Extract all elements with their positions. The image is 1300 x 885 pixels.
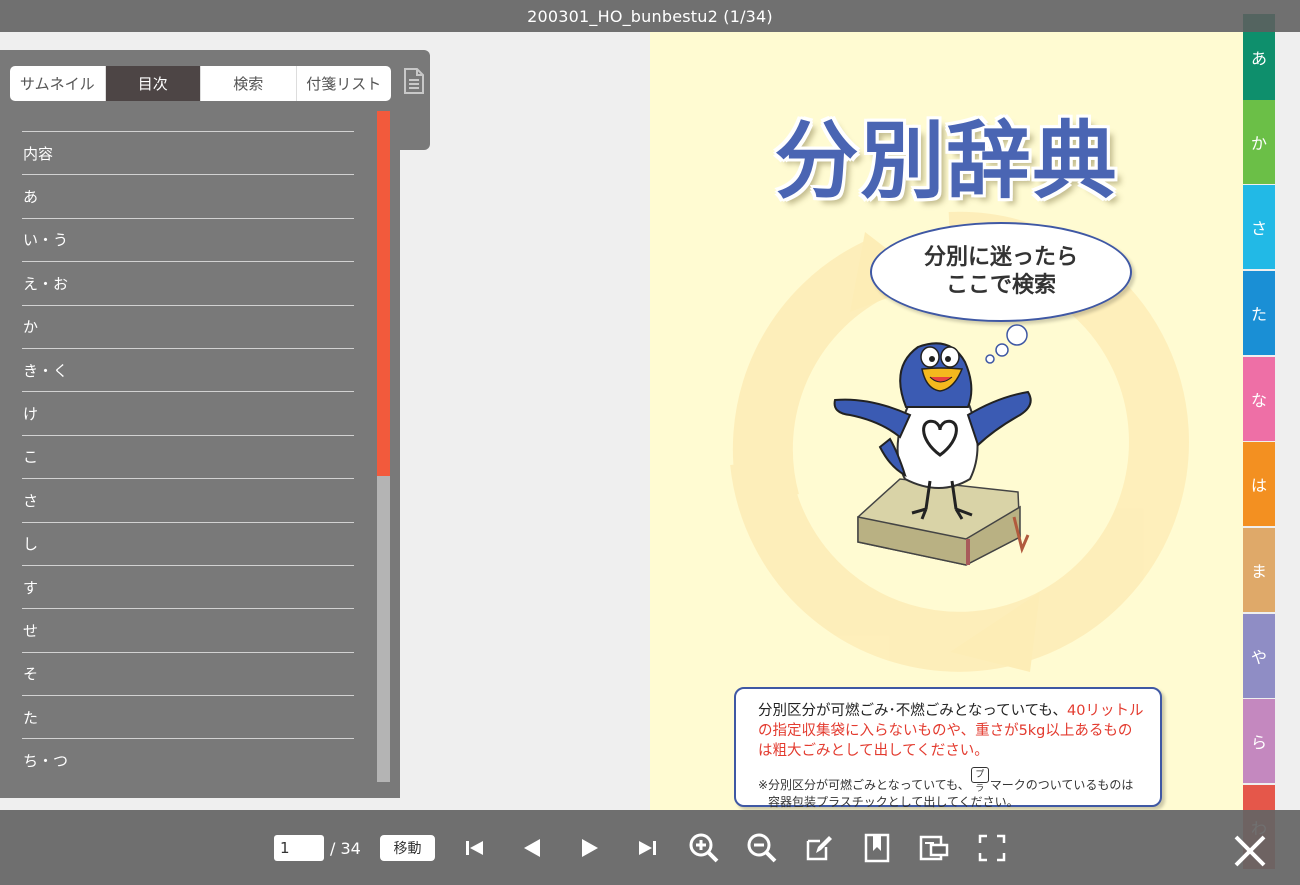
mascot-bird-on-book-illustration <box>833 324 1032 566</box>
toc-item[interactable]: え・お <box>22 261 354 304</box>
notice-small-1: ※分別区分が可燃ごみとなっていても、 <box>758 778 970 792</box>
fullscreen-icon[interactable] <box>975 832 1009 864</box>
toc-item[interactable]: い・う <box>22 217 354 261</box>
index-tab-label: さ <box>1250 219 1267 238</box>
last-page-icon[interactable] <box>630 832 664 864</box>
toc-item[interactable]: し <box>22 521 354 565</box>
plastic-mark-icon: プラ <box>970 767 989 794</box>
first-page-icon[interactable] <box>458 832 492 864</box>
toc-tab-bar: サムネイル 目次 検索 付箋リスト <box>10 66 391 101</box>
index-tab-na[interactable]: な <box>1243 357 1275 441</box>
tab-search[interactable]: 検索 <box>201 66 297 101</box>
index-tab-ha[interactable]: は <box>1243 442 1275 526</box>
index-tab-sa[interactable]: さ <box>1243 185 1275 269</box>
tab-thumbnail[interactable]: サムネイル <box>10 66 106 101</box>
page-view: 分別辞典 分別に迷ったら ここで検索 分別区分が可燃ごみ･不燃ごみとなっていても… <box>650 32 1243 810</box>
notice-red-3: は粗大ごみとして出してください。 <box>758 743 989 759</box>
notice-small-text: ※分別区分が可燃ごみとなっていても、プラ マークのついているものは 容器包装プラス… <box>758 767 1144 810</box>
tab-contents[interactable]: 目次 <box>105 66 201 101</box>
toc-item[interactable]: ち・つ <box>22 738 354 781</box>
tab-sticky-notes[interactable]: 付箋リスト <box>296 66 391 101</box>
toc-item[interactable]: け <box>22 391 354 434</box>
toc-item[interactable]: こ <box>22 434 354 478</box>
index-tab-ra[interactable]: ら <box>1243 699 1275 783</box>
page-total: / 34 <box>330 839 361 858</box>
toc-item[interactable]: せ <box>22 608 354 651</box>
index-tab-label: は <box>1250 476 1267 495</box>
bookmark-icon[interactable] <box>860 832 894 864</box>
next-page-icon[interactable] <box>573 832 607 864</box>
index-tab-label: や <box>1250 648 1267 667</box>
toc-scrollbar-thumb[interactable] <box>377 111 390 476</box>
index-tab-label: か <box>1250 134 1267 153</box>
prev-page-icon[interactable] <box>515 832 549 864</box>
notice-red-1: 40リットル <box>1067 703 1144 719</box>
print-icon[interactable] <box>917 832 951 864</box>
index-tab-ma[interactable]: ま <box>1243 528 1275 612</box>
index-tab-label: な <box>1250 391 1267 410</box>
window-title: 200301_HO_bunbestu2 (1/34) <box>527 6 773 26</box>
document-icon[interactable] <box>403 68 425 94</box>
toc-item[interactable]: き・く <box>22 347 354 391</box>
notice-box: 分別区分が可燃ごみ･不燃ごみとなっていても、40リットル の指定収集袋に入らない… <box>734 687 1162 810</box>
index-tab-ya[interactable]: や <box>1243 614 1275 698</box>
notice-red-2: の指定収集袋に入らないものや、重さが5kg以上あるもの <box>758 723 1133 739</box>
toc-item[interactable]: か <box>22 304 354 348</box>
index-tab-label: た <box>1250 305 1267 324</box>
index-tab-ka[interactable]: か <box>1243 100 1275 184</box>
go-to-page-button[interactable]: 移動 <box>380 835 435 861</box>
notice-text-1: 分別区分が可燃ごみ･不燃ごみとなっていても、 <box>758 703 1067 719</box>
toc-item[interactable]: 内容 <box>22 131 354 174</box>
bottom-toolbar: / 34 移動 <box>0 810 1300 885</box>
toc-item[interactable]: そ <box>22 651 354 695</box>
toc-item[interactable]: さ <box>22 478 354 521</box>
toc-item[interactable]: す <box>22 564 354 608</box>
index-tab-label: ら <box>1250 733 1267 752</box>
toc-list: 内容 あ い・う え・お か き・く け こ さ し す せ そ た ち・つ <box>22 131 354 782</box>
zoom-out-icon[interactable] <box>745 832 779 864</box>
notice-small-2: マークのついているものは <box>989 778 1134 792</box>
notice-small-3: 容器包装プラスチックとして出してください。 <box>768 795 1019 809</box>
toc-item[interactable]: あ <box>22 174 354 217</box>
toc-item[interactable]: た <box>22 695 354 738</box>
index-tab-label: ま <box>1250 562 1267 581</box>
index-tab-ta[interactable]: た <box>1243 271 1275 355</box>
edit-icon[interactable] <box>802 832 836 864</box>
index-tab-label: あ <box>1250 49 1267 68</box>
window-title-bar: 200301_HO_bunbestu2 (1/34) <box>0 0 1300 32</box>
zoom-in-icon[interactable] <box>687 832 721 864</box>
close-icon[interactable] <box>1232 834 1268 868</box>
page-number-input[interactable] <box>274 835 324 861</box>
page-title: 分別辞典 <box>774 112 1119 210</box>
